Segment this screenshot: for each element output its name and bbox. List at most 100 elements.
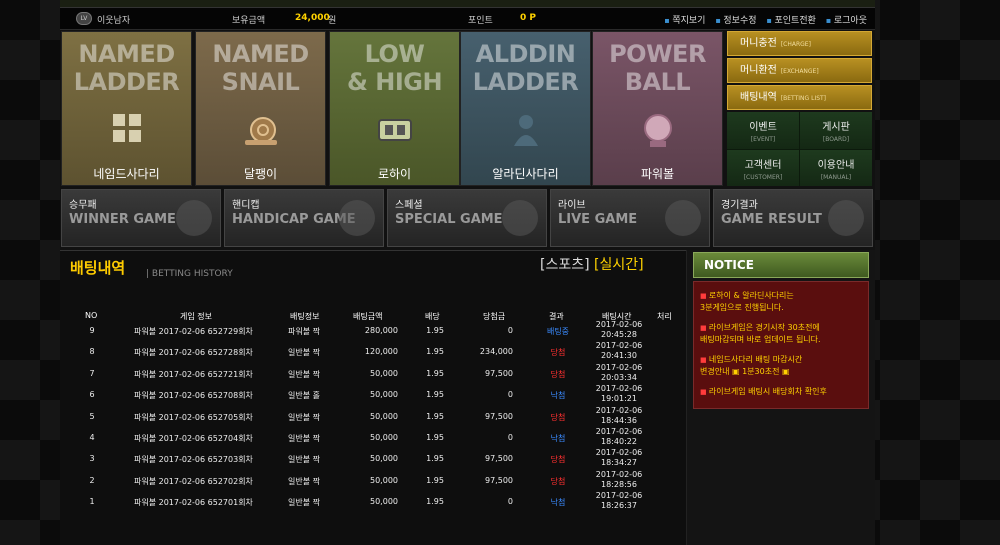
tab-sports[interactable]: [스포츠] (540, 257, 590, 273)
row-game-info: 파워볼 2017-02-06 652704회차 (134, 434, 253, 443)
row-result: 당첨 (550, 369, 566, 379)
history-tabs: [스포츠] [실시간] (540, 254, 644, 274)
row-no: 1 (89, 497, 95, 507)
row-game-info: 파워볼 2017-02-06 652729회차 (134, 327, 253, 336)
row-time: 20:45:28 (601, 330, 637, 339)
board-button[interactable]: 게시판 [BOARD] (800, 112, 872, 149)
points-label: 포인트 (468, 16, 493, 26)
row-time: 18:26:37 (601, 501, 637, 511)
category-en: WINNER GAME (69, 212, 176, 227)
row-bet-info: 일반볼 짝 (288, 348, 320, 358)
notice-line: 3분게임으로 진행됩니다. (700, 303, 784, 312)
row-amount: 50,000 (370, 475, 398, 485)
game-title-line2: LADDER (73, 68, 180, 96)
side-menu-grid: 이벤트 [EVENT] 게시판 [BOARD] 고객센터 [CUSTOMER] 이용안… (727, 112, 872, 186)
col-no: NO (85, 311, 98, 320)
table-row: 8 파워볼 2017-02-06 652728회차 일반볼 짝 120,000 1.95… (60, 341, 686, 362)
row-bet-time: 2017-02-06 20:45:28 (592, 320, 646, 340)
history-title: 배팅내역 (70, 259, 126, 277)
event-sub: [EVENT] (750, 136, 776, 143)
game-title-line1: ALDDIN (475, 40, 576, 68)
row-odds: 1.95 (426, 497, 444, 507)
game-title-line1: NAMED (212, 40, 309, 68)
link-logout[interactable]: 로그아웃 (826, 13, 867, 26)
row-result: 낙첨 (550, 498, 566, 508)
row-bet-info: 일반볼 짝 (288, 412, 320, 422)
row-bet-time: 2017-02-06 20:03:34 (592, 363, 646, 383)
game-title-line1: POWER (609, 40, 706, 68)
row-game-info: 파워볼 2017-02-06 652705회차 (134, 412, 253, 422)
link-edit-info[interactable]: 정보수정 (715, 13, 756, 26)
table-row: 9 파워볼 2017-02-06 652729회차 파워볼 짝 280,000 1.95… (60, 320, 686, 341)
basketball-icon (339, 200, 375, 236)
game-title-line1: LOW (364, 40, 425, 68)
snail-icon (245, 117, 277, 145)
game-tile-named-snail[interactable]: NAMED SNAIL 달팽이 (195, 31, 326, 186)
row-date: 2017-02-06 (595, 320, 643, 329)
row-bet-time: 2017-02-06 18:28:56 (592, 470, 646, 490)
betting-list-sub: [BETTING LIST] (780, 95, 827, 102)
genie-icon (514, 115, 538, 146)
category-ko: 스페셜 (395, 200, 423, 211)
charge-button[interactable]: 머니충전 [CHARGE] (727, 31, 872, 56)
event-button[interactable]: 이벤트 [EVENT] (727, 112, 799, 149)
betting-list-button[interactable]: 배팅내역 [BETTING LIST] (727, 85, 872, 110)
row-no: 3 (89, 454, 95, 464)
row-win-amount: 0 (507, 390, 513, 400)
table-row: 2 파워볼 2017-02-06 652702회차 일반볼 짝 50,000 1.95 9… (60, 470, 686, 491)
row-game-info: 파워볼 2017-02-06 652721회차 (134, 369, 253, 379)
row-time: 18:40:22 (601, 437, 637, 446)
soccer-ball-icon (176, 200, 212, 236)
monitor-icon (665, 200, 701, 236)
charge-sub: [CHARGE] (780, 41, 811, 48)
row-no: 4 (89, 433, 95, 442)
row-result: 배팅중 (546, 327, 570, 336)
manual-button[interactable]: 이용안내 [MANUAL] (800, 149, 872, 186)
link-point-convert[interactable]: 포인트전환 (767, 13, 816, 26)
category-live-game[interactable]: 라이브 LIVE GAME (550, 189, 710, 247)
row-result: 당첨 (550, 476, 566, 486)
category-ko: 핸디캡 (232, 200, 260, 211)
row-amount: 50,000 (370, 454, 398, 464)
game-tile-power-ball[interactable]: POWER BALL 파워볼 (592, 31, 723, 186)
link-messages[interactable]: 쪽지보기 (664, 13, 705, 26)
customer-button[interactable]: 고객센터 [CUSTOMER] (727, 149, 799, 186)
game-tile-alddin-ladder[interactable]: ALDDIN LADDER 알라딘사다리 (460, 31, 591, 186)
category-special-game[interactable]: 스페셜 SPECIAL GAME (387, 189, 547, 247)
game-name: 파워볼 (640, 167, 675, 181)
row-time: 18:28:56 (601, 479, 637, 489)
notice-item: 네임드사다리 배팅 마감시간변경안내 ▣ 1분30초전 ▣ (700, 354, 864, 378)
game-name: 네임드사다리 (93, 167, 160, 181)
row-bet-info: 일반볼 홀 (288, 391, 320, 401)
row-win-amount: 97,500 (485, 475, 513, 485)
notice-item: 라이브게임 배팅시 배당회차 확인후 (700, 386, 864, 398)
row-bet-time: 2017-02-06 18:26:37 (592, 491, 646, 511)
manual-sub: [MANUAL] (820, 173, 852, 181)
row-odds: 1.95 (426, 326, 444, 335)
category-handicap-game[interactable]: 핸디캡 HANDICAP GAME (224, 189, 384, 247)
notice-line: 네임드사다리 배팅 마감시간 (708, 355, 803, 364)
powerball-icon (644, 114, 672, 147)
category-game-result[interactable]: 경기결과 GAME RESULT (713, 189, 873, 247)
row-result: 당첨 (550, 455, 566, 465)
user-info-bar: LV 이웃남자 보유금액 24,000 원 포인트 0 P 쪽지보기 정보수정 … (60, 8, 875, 30)
row-date: 2017-02-06 (595, 362, 643, 372)
row-bet-time: 2017-02-06 18:40:22 (592, 427, 646, 447)
exchange-button[interactable]: 머니환전 [EXCHANGE] (727, 58, 872, 83)
table-row: 6 파워볼 2017-02-06 652708회차 일반볼 홀 50,000 1.95 0… (60, 384, 686, 405)
row-no: 7 (89, 368, 95, 378)
row-bet-time: 2017-02-06 18:34:27 (592, 448, 646, 468)
row-date: 2017-02-06 (595, 384, 643, 394)
row-bet-time: 2017-02-06 18:44:36 (592, 406, 646, 426)
game-tile-low-high[interactable]: LOW & HIGH 로하이 (329, 31, 460, 186)
tab-live[interactable]: [실시간] (594, 257, 644, 273)
row-no: 2 (89, 475, 95, 485)
row-result: 당첨 (550, 412, 566, 422)
category-winner-game[interactable]: 승무패 WINNER GAME (61, 189, 221, 247)
category-en: SPECIAL GAME (395, 212, 503, 227)
row-amount: 50,000 (370, 497, 398, 507)
balance-unit: 원 (328, 16, 337, 26)
row-bet-info: 일반볼 짝 (288, 434, 320, 443)
game-tile-named-ladder[interactable]: NAMED LADDER 네임드사다리 (61, 31, 192, 186)
row-game-info: 파워볼 2017-02-06 652701회차 (134, 498, 253, 508)
